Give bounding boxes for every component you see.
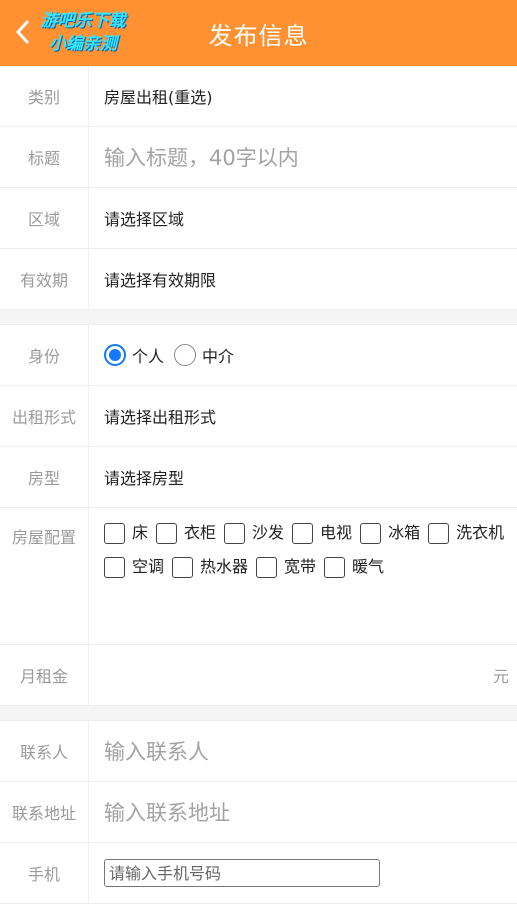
checkbox-label: 空调 (132, 557, 165, 576)
config-label: 房屋配置 (0, 508, 89, 644)
config-checkbox-ac[interactable]: 空调 (104, 556, 164, 578)
address-input[interactable]: 输入联系地址 (89, 797, 517, 827)
config-checkbox-wardrobe[interactable]: 衣柜 (156, 522, 216, 544)
checkbox-icon[interactable] (292, 522, 314, 544)
config-checkbox-broadband[interactable]: 宽带 (256, 556, 316, 578)
validity-row[interactable]: 有效期 请选择有效期限 (0, 249, 517, 310)
config-checkbox-water-heater[interactable]: 热水器 (172, 556, 248, 578)
checkbox-label: 热水器 (200, 557, 249, 576)
phone-field-wrap (89, 859, 517, 887)
identity-label: 身份 (0, 325, 89, 385)
identity-option-label: 个人 (132, 347, 165, 366)
room-type-label: 房型 (0, 447, 89, 507)
validity-select[interactable]: 请选择有效期限 (89, 267, 517, 291)
contact-row: 联系人 输入联系人 (0, 721, 517, 782)
checkbox-icon[interactable] (104, 556, 125, 578)
monthly-rent-row: 月租金 元 (0, 645, 517, 706)
radio-unchecked-icon[interactable] (174, 344, 197, 366)
config-checkbox-bed[interactable]: 床 (104, 522, 148, 544)
address-row: 联系地址 输入联系地址 (0, 782, 517, 843)
checkbox-icon[interactable] (104, 522, 125, 544)
checkbox-label: 暖气 (352, 557, 385, 576)
checkbox-label: 电视 (320, 523, 353, 542)
currency-unit: 元 (492, 667, 509, 686)
watermark-line-1: 游吧乐下载 (40, 11, 126, 31)
identity-option-agent[interactable]: 中介 (174, 343, 234, 367)
config-checkbox-fridge[interactable]: 冰箱 (360, 522, 420, 544)
category-label: 类别 (0, 66, 89, 126)
checkbox-icon[interactable] (224, 522, 246, 544)
checkbox-icon[interactable] (156, 522, 178, 544)
checkbox-icon[interactable] (428, 522, 450, 544)
checkbox-label: 宽带 (284, 557, 317, 576)
watermark-overlay: 游吧乐下载 小编亲测 (18, 10, 148, 58)
area-select[interactable]: 请选择区域 (89, 206, 517, 230)
config-checkbox-washer[interactable]: 洗衣机 (428, 522, 504, 544)
rent-type-label: 出租形式 (0, 386, 89, 446)
config-checkbox-heating[interactable]: 暖气 (324, 556, 384, 578)
checkbox-label: 沙发 (252, 523, 285, 542)
identity-option-personal[interactable]: 个人 (104, 343, 164, 367)
contact-label: 联系人 (0, 721, 89, 781)
category-row[interactable]: 类别 房屋出租(重选) (0, 66, 517, 127)
room-type-row[interactable]: 房型 请选择房型 (0, 447, 517, 508)
checkbox-label: 衣柜 (184, 523, 217, 542)
rent-type-row[interactable]: 出租形式 请选择出租形式 (0, 386, 517, 447)
radio-checked-icon[interactable] (104, 344, 126, 366)
checkbox-icon[interactable] (256, 556, 278, 578)
section-divider (0, 310, 517, 325)
checkbox-icon[interactable] (324, 556, 346, 578)
category-value[interactable]: 房屋出租(重选) (89, 84, 517, 108)
identity-row: 身份 个人 中介 (0, 325, 517, 386)
identity-options: 个人 中介 (89, 343, 517, 367)
config-checkbox-tv[interactable]: 电视 (292, 522, 352, 544)
title-label: 标题 (0, 127, 89, 187)
area-row[interactable]: 区域 请选择区域 (0, 188, 517, 249)
checkbox-icon[interactable] (360, 522, 382, 544)
checkbox-label: 洗衣机 (456, 523, 505, 542)
contact-input[interactable]: 输入联系人 (89, 736, 517, 766)
title-input[interactable]: 输入标题，40字以内 (89, 142, 517, 172)
identity-option-label: 中介 (202, 347, 235, 366)
watermark-line-2: 小编亲测 (49, 34, 117, 54)
app-header: 游吧乐下载 小编亲测 发布信息 (0, 0, 517, 66)
area-label: 区域 (0, 188, 89, 248)
phone-label: 手机 (0, 843, 89, 903)
rent-type-select[interactable]: 请选择出租形式 (89, 404, 517, 428)
title-row: 标题 输入标题，40字以内 (0, 127, 517, 188)
monthly-rent-label: 月租金 (0, 645, 89, 705)
section-divider (0, 706, 517, 721)
checkbox-label: 冰箱 (388, 523, 421, 542)
checkbox-label: 床 (132, 523, 149, 542)
validity-label: 有效期 (0, 249, 89, 309)
phone-input[interactable] (104, 859, 380, 887)
room-type-select[interactable]: 请选择房型 (89, 465, 517, 489)
monthly-rent-input[interactable]: 元 (89, 663, 517, 687)
checkbox-icon[interactable] (172, 556, 194, 578)
page-title: 发布信息 (208, 21, 309, 50)
config-checkbox-sofa[interactable]: 沙发 (224, 522, 284, 544)
phone-row: 手机 (0, 843, 517, 904)
config-row: 房屋配置 床 衣柜 沙发 电视 冰箱 洗衣机 空调 热水器 宽带 暖气 (0, 508, 517, 645)
address-label: 联系地址 (0, 782, 89, 842)
config-checkbox-group: 床 衣柜 沙发 电视 冰箱 洗衣机 空调 热水器 宽带 暖气 (89, 508, 517, 590)
